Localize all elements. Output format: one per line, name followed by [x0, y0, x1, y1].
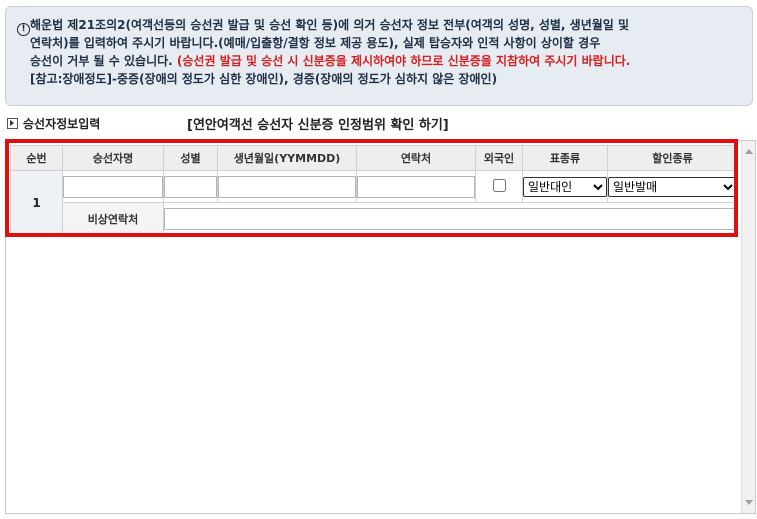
id-verification-link[interactable]: [연안여객선 승선자 신분증 인정범위 확인 하기] [187, 114, 449, 133]
header-name: 승선자명 [62, 145, 164, 171]
section-title-label: 승선자정보입력 [23, 117, 101, 131]
notice-box: ! 해운법 제21조의2(여객선등의 승선권 발급 및 승선 확인 등)에 의거… [5, 6, 753, 106]
scroll-up-arrow-icon[interactable] [745, 149, 753, 154]
header-discount-type: 할인종류 [607, 145, 738, 171]
vertical-scrollbar[interactable] [741, 141, 755, 513]
emergency-contact-input[interactable] [164, 207, 737, 230]
header-ticket-type: 표종류 [522, 145, 608, 171]
discount-type-select[interactable]: 일반발매 [608, 176, 737, 197]
notice-text: 해운법 제21조의2(여객선등의 승선권 발급 및 승선 확인 등)에 의거 승… [30, 16, 746, 88]
passenger-name-input[interactable] [63, 175, 163, 198]
table-row: 1 일반대인 일반발매 [10, 170, 738, 235]
notice-line-3-black: 승선이 거부 될 수 있습니다. [30, 54, 173, 68]
discount-type-cell: 일반발매 [607, 170, 738, 203]
header-phone: 연락처 [356, 145, 476, 171]
ticket-type-select[interactable]: 일반대인 [523, 176, 607, 197]
foreigner-cell [475, 170, 523, 203]
header-gender: 성별 [163, 145, 218, 171]
foreigner-checkbox[interactable] [492, 178, 506, 192]
emergency-row: 비상연락처 [11, 202, 738, 235]
name-cell [62, 170, 164, 203]
emergency-label: 비상연락처 [62, 202, 164, 235]
exclamation-circle-icon: ! [17, 23, 30, 36]
triangle-right-icon [7, 118, 18, 129]
gender-input[interactable] [164, 175, 217, 198]
notice-line-3-warning: (승선권 발급 및 승선 시 신분증을 제시하여야 하므로 신분증을 지참하여 … [176, 54, 631, 68]
notice-line-4: [참고:장애정도]-중증(장애의 정도가 심한 장애인), 경증(장애의 정도가… [30, 72, 498, 86]
birthdate-input[interactable] [218, 175, 356, 198]
notice-line-1: 해운법 제21조의2(여객선등의 승선권 발급 및 승선 확인 등)에 의거 승… [30, 18, 630, 32]
header-foreigner: 외국인 [475, 145, 523, 171]
header-number: 순번 [10, 145, 63, 171]
birthdate-cell [217, 170, 357, 203]
phone-input[interactable] [357, 175, 475, 198]
scroll-down-arrow-icon[interactable] [745, 500, 753, 505]
gender-cell [163, 170, 218, 203]
emergency-cell [163, 202, 738, 235]
notice-line-3: 승선이 거부 될 수 있습니다. (승선권 발급 및 승선 시 신분증을 제시하… [30, 52, 746, 70]
row-number: 1 [10, 170, 63, 235]
passenger-panel: 순번 승선자명 성별 생년월일(YYMMDD) 연락처 외국인 표종류 할인종류… [5, 140, 756, 514]
notice-line-2: 연락처)를 입력하여 주시기 바랍니다.(예매/입출항/결항 정보 제공 용도)… [30, 36, 601, 50]
ticket-type-cell: 일반대인 [522, 170, 608, 203]
section-title: 승선자정보입력 [7, 115, 100, 132]
header-birthdate: 생년월일(YYMMDD) [217, 145, 357, 171]
table-header-row: 순번 승선자명 성별 생년월일(YYMMDD) 연락처 외국인 표종류 할인종류 [10, 145, 738, 171]
phone-cell [356, 170, 476, 203]
passenger-table: 순번 승선자명 성별 생년월일(YYMMDD) 연락처 외국인 표종류 할인종류… [10, 145, 738, 235]
